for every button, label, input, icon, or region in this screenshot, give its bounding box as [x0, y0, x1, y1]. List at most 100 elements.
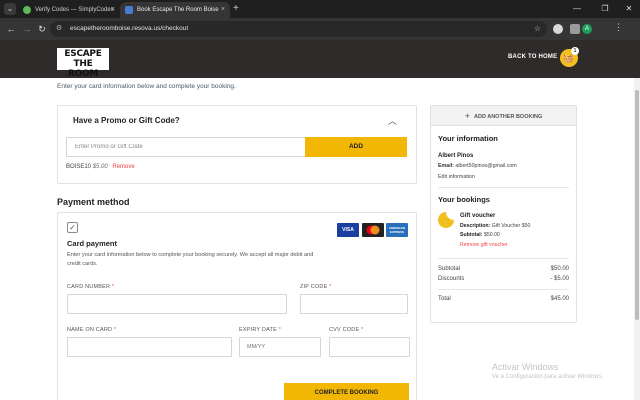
- gift-voucher-subtotal: Subtotal: $50.00: [460, 232, 500, 238]
- visa-logo: VISA: [337, 223, 359, 237]
- cvv-code-field[interactable]: [329, 337, 410, 357]
- edit-information-link[interactable]: Edit information: [438, 174, 475, 180]
- card-number-field[interactable]: [67, 294, 287, 314]
- zip-code-field[interactable]: [300, 294, 408, 314]
- zip-code-label-text: ZIP CODE: [300, 284, 328, 290]
- divider: [438, 187, 569, 188]
- complete-booking-button[interactable]: COMPLETE BOOKING: [284, 383, 409, 400]
- booking-summary-sidebar: + ADD ANOTHER BOOKING Your information Al…: [430, 105, 577, 323]
- tab-title: Verify Codes — SimplyCodes: [35, 7, 114, 13]
- new-tab-button[interactable]: +: [233, 3, 239, 15]
- name-on-card-field[interactable]: [67, 337, 232, 357]
- browser-tab-bar: ⌄ Verify Codes — SimplyCodes × Book Esca…: [0, 0, 640, 18]
- divider: [438, 258, 569, 259]
- card-number-label: CARD NUMBER *: [67, 284, 114, 290]
- address-bar[interactable]: ⚙ escapetheroomboise.resova.us/checkout …: [50, 21, 547, 37]
- total-row-value: $45.00: [550, 296, 569, 302]
- extension-icon[interactable]: [553, 24, 563, 34]
- total-row: Total $45.00: [438, 296, 569, 302]
- page-scrollbar-thumb[interactable]: [635, 90, 639, 320]
- site-info-icon[interactable]: ⚙: [56, 23, 62, 35]
- discounts-row: Discounts - $5.00: [438, 276, 569, 282]
- subtotal-row-label: Subtotal: [438, 266, 461, 272]
- tab-close-icon[interactable]: ×: [221, 2, 225, 18]
- tab-verify-codes[interactable]: Verify Codes — SimplyCodes ×: [18, 2, 120, 18]
- tab-search-button[interactable]: ⌄: [4, 3, 16, 15]
- chevron-up-icon[interactable]: ︿: [388, 114, 397, 127]
- card-payment-title: Card payment: [67, 239, 118, 248]
- applied-promo-amount: $5.00: [92, 164, 108, 170]
- remove-gift-voucher-link[interactable]: Remove gift voucher: [460, 242, 508, 248]
- windows-activation-title: Activar Windows: [492, 362, 559, 372]
- your-information-heading: Your information: [438, 134, 498, 143]
- close-window-button[interactable]: ✕: [620, 0, 638, 18]
- cvv-code-label: CVV CODE *: [329, 327, 363, 333]
- zip-code-label: ZIP CODE *: [300, 284, 332, 290]
- applied-promo: BOISE10 $5.00 Remove: [66, 164, 135, 170]
- email-label: Email:: [438, 163, 454, 169]
- promo-code-card: Have a Promo or Gift Code? ︿ ADD BOISE10…: [57, 105, 417, 184]
- card-payment-description: Enter your card information below to com…: [67, 252, 314, 267]
- amex-logo: AMERICAN EXPRESS: [386, 223, 408, 237]
- subtotal-row-value: $50.00: [550, 266, 569, 272]
- customer-name: Albert Pinos: [438, 153, 474, 159]
- bookmark-star-icon[interactable]: ☆: [534, 21, 541, 37]
- gift-voucher-description: Description: Gift Voucher $50: [460, 223, 530, 229]
- cvv-code-label-text: CVV CODE: [329, 327, 360, 333]
- reload-icon[interactable]: ↻: [35, 22, 49, 36]
- checkout-intro-text: Enter your card information below and co…: [57, 83, 236, 90]
- required-mark: *: [111, 284, 115, 290]
- cart-count-badge: 1: [571, 47, 579, 55]
- tab-close-icon[interactable]: ×: [111, 2, 115, 18]
- plus-icon: +: [464, 111, 470, 121]
- required-mark: *: [329, 284, 332, 290]
- payment-card: ✓ VISA AMERICAN EXPRESS Card payment Ent…: [57, 212, 417, 400]
- minimize-button[interactable]: —: [568, 0, 586, 18]
- discounts-row-label: Discounts: [438, 276, 465, 282]
- divider: [438, 289, 569, 290]
- gift-voucher-icon: [438, 212, 454, 228]
- mastercard-logo: [362, 223, 384, 237]
- restore-button[interactable]: ❐: [596, 0, 614, 18]
- expiry-date-label: EXPIRY DATE *: [239, 327, 281, 333]
- back-to-home-link[interactable]: BACK TO HOME: [508, 54, 557, 60]
- promo-title: Have a Promo or Gift Code?: [73, 116, 180, 125]
- gift-voucher-title: Gift voucher: [460, 213, 496, 219]
- card-number-label-text: CARD NUMBER: [67, 284, 111, 290]
- forward-arrow-icon[interactable]: →: [20, 22, 34, 36]
- tab-book-escape-room[interactable]: Book Escape The Room Boise ×: [120, 2, 230, 18]
- tab-title: Book Escape The Room Boise: [137, 7, 219, 13]
- expiry-date-label-text: EXPIRY DATE: [239, 327, 277, 333]
- subtotal-value: $50.00: [483, 232, 500, 238]
- extensions-puzzle-icon[interactable]: [570, 24, 580, 34]
- name-on-card-label: NAME ON CARD *: [67, 327, 116, 333]
- remove-promo-link[interactable]: Remove: [112, 164, 134, 170]
- total-row-label: Total: [438, 296, 451, 302]
- description-label: Description:: [460, 223, 491, 229]
- subtotal-row: Subtotal $50.00: [438, 266, 569, 272]
- description-value: Gift Voucher $50: [491, 223, 531, 229]
- url-text[interactable]: escapetheroomboise.resova.us/checkout: [70, 21, 188, 37]
- promo-code-input[interactable]: [66, 137, 306, 157]
- add-promo-button[interactable]: ADD: [305, 137, 407, 157]
- payment-method-heading: Payment method: [57, 197, 130, 207]
- add-another-booking-label: ADD ANOTHER BOOKING: [474, 114, 543, 120]
- escape-the-room-logo[interactable]: ESCAPE THE ROOM: [57, 48, 109, 79]
- windows-activation-subtitle: Ve a Configuración para activar Windows.: [492, 374, 604, 380]
- required-mark: *: [361, 327, 364, 333]
- name-on-card-label-text: NAME ON CARD: [67, 327, 113, 333]
- expiry-date-field[interactable]: [239, 337, 321, 357]
- browser-menu-icon[interactable]: ⋮: [614, 22, 623, 33]
- email-value: albert50pinos@gmail.com: [455, 163, 517, 169]
- site-header: ESCAPE THE ROOM BACK TO HOME 🧺 1: [0, 40, 640, 79]
- card-payment-checkbox[interactable]: ✓: [67, 222, 78, 233]
- discounts-row-value: - $5.00: [550, 276, 569, 282]
- your-bookings-heading: Your bookings: [438, 195, 490, 204]
- required-mark: *: [113, 327, 117, 333]
- required-mark: *: [278, 327, 282, 333]
- customer-email: Email: albert50pinos@gmail.com: [438, 163, 517, 169]
- back-arrow-icon[interactable]: ←: [4, 22, 18, 36]
- add-another-booking-button[interactable]: + ADD ANOTHER BOOKING: [431, 106, 576, 126]
- subtotal-label: Subtotal:: [460, 232, 483, 238]
- profile-avatar[interactable]: A: [582, 24, 592, 34]
